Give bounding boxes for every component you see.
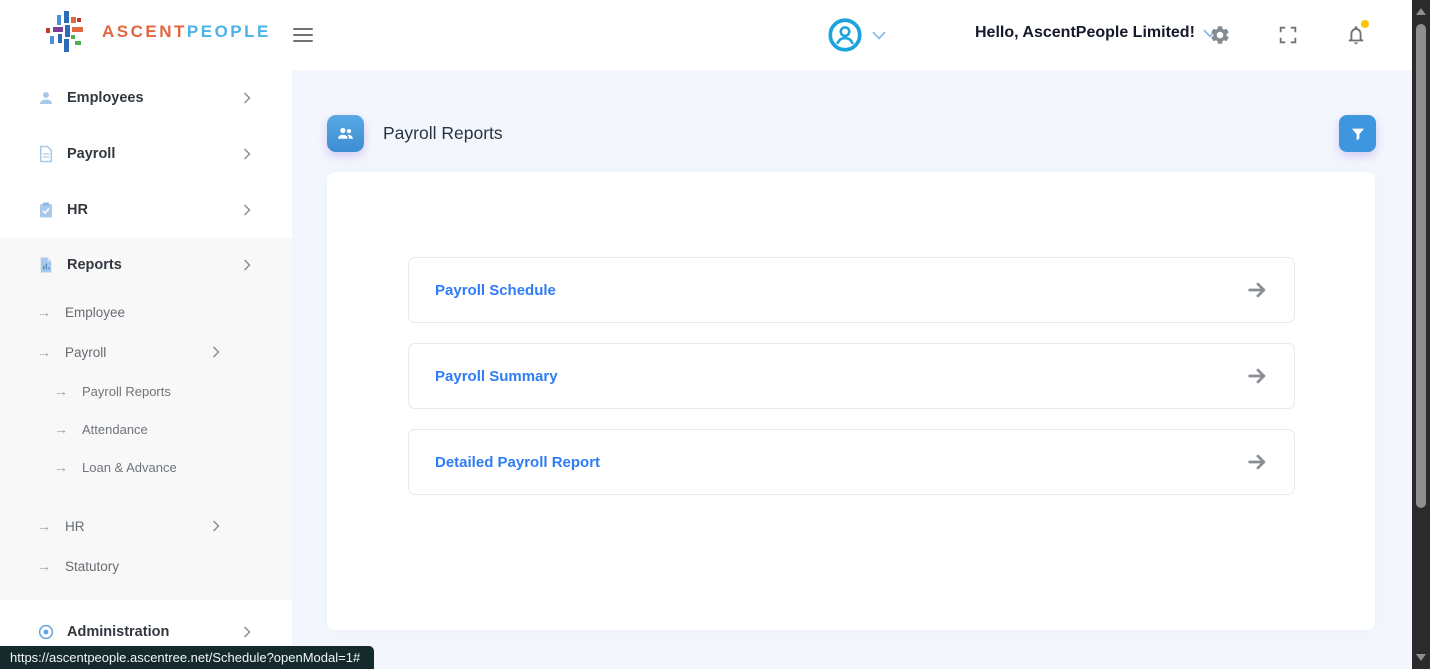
sidebar-item-label: HR xyxy=(67,202,88,218)
arrow-right-icon: → xyxy=(37,518,51,534)
arrow-right-icon: → xyxy=(54,421,68,437)
sidebar-subitem-label: HR xyxy=(65,519,85,534)
sidebar-subitem-label: Payroll Reports xyxy=(82,384,171,399)
sidebar-reports-section: Reports → Employee → Payroll → Payroll R… xyxy=(0,238,292,600)
arrow-right-icon[interactable] xyxy=(1246,279,1268,301)
sidebar-item-employees[interactable]: Employees xyxy=(0,70,292,126)
scrollbar-thumb[interactable] xyxy=(1416,24,1426,508)
sidebar-subitem-payroll-reports[interactable]: → Payroll Reports xyxy=(0,372,292,410)
brand-name-ascent: ASCENT xyxy=(102,22,187,41)
vertical-scrollbar[interactable] xyxy=(1412,0,1430,669)
people-group-icon xyxy=(327,115,364,152)
sidebar-subitem-employee[interactable]: → Employee xyxy=(0,292,292,332)
chevron-right-icon xyxy=(243,148,251,160)
chevron-down-icon xyxy=(872,31,886,40)
main-content: Payroll Reports Payroll Schedule xyxy=(292,70,1412,669)
card-link-label[interactable]: Payroll Schedule xyxy=(435,282,556,299)
card-detailed-payroll-report[interactable]: Detailed Payroll Report xyxy=(408,429,1295,495)
arrow-right-icon[interactable] xyxy=(1246,365,1268,387)
scroll-down-arrow-icon[interactable] xyxy=(1416,654,1426,661)
report-chart-icon xyxy=(37,256,55,274)
browser-status-url: https://ascentpeople.ascentree.net/Sched… xyxy=(0,646,374,669)
clipboard-check-icon xyxy=(37,201,55,219)
top-header: ASCENTPEOPLE Hello, AscentPeople Limited… xyxy=(0,0,1412,70)
card-payroll-summary[interactable]: Payroll Summary xyxy=(408,343,1295,409)
sidebar-subitem-label: Employee xyxy=(65,305,125,320)
arrow-right-icon[interactable] xyxy=(1246,451,1268,473)
spacer xyxy=(0,486,292,506)
sidebar-subitem-attendance[interactable]: → Attendance xyxy=(0,410,292,448)
report-card-list: Payroll Schedule Payroll Summary xyxy=(327,172,1375,495)
sidebar-subitem-statutory[interactable]: → Statutory xyxy=(0,546,292,586)
chevron-right-icon xyxy=(243,626,251,638)
arrow-right-icon: → xyxy=(54,383,68,399)
brand-logo[interactable]: ASCENTPEOPLE xyxy=(44,8,271,56)
menu-toggle-icon[interactable] xyxy=(293,28,313,42)
arrow-right-icon: → xyxy=(54,459,68,475)
target-icon xyxy=(37,623,55,641)
document-icon xyxy=(37,145,55,163)
sidebar-subitem-hr[interactable]: → HR xyxy=(0,506,292,546)
sidebar-item-label: Administration xyxy=(67,624,169,640)
sidebar-subitem-label: Loan & Advance xyxy=(82,460,177,475)
brand-name-people: PEOPLE xyxy=(187,22,271,41)
scroll-up-arrow-icon[interactable] xyxy=(1416,8,1426,15)
sidebar-nav: Employees Payroll HR xyxy=(0,70,292,669)
chevron-right-icon xyxy=(212,520,220,532)
greeting-text: Hello, AscentPeople Limited! xyxy=(975,24,1195,42)
user-icon xyxy=(37,89,55,107)
brand-name: ASCENTPEOPLE xyxy=(102,22,271,42)
app-window: ASCENTPEOPLE Hello, AscentPeople Limited… xyxy=(0,0,1430,669)
reports-panel: Payroll Schedule Payroll Summary xyxy=(327,172,1375,630)
card-link-label[interactable]: Payroll Summary xyxy=(435,368,558,385)
arrow-right-icon: → xyxy=(37,558,51,574)
sidebar-subitem-payroll[interactable]: → Payroll xyxy=(0,332,292,372)
card-payroll-schedule[interactable]: Payroll Schedule xyxy=(408,257,1295,323)
sidebar-subitem-label: Statutory xyxy=(65,559,119,574)
sidebar-item-reports[interactable]: Reports xyxy=(0,238,292,292)
arrow-right-icon: → xyxy=(37,304,51,320)
sidebar-subitem-label: Payroll xyxy=(65,345,106,360)
greeting-dropdown[interactable]: Hello, AscentPeople Limited! xyxy=(975,24,1217,42)
fullscreen-icon[interactable] xyxy=(1277,24,1299,46)
chevron-right-icon xyxy=(243,259,251,271)
filter-button[interactable] xyxy=(1339,115,1376,152)
sidebar-item-label: Reports xyxy=(67,257,122,273)
notifications-bell-icon[interactable] xyxy=(1345,24,1367,46)
sidebar-item-label: Employees xyxy=(67,90,144,106)
arrow-right-icon: → xyxy=(37,344,51,360)
profile-menu[interactable] xyxy=(828,18,886,52)
chevron-right-icon xyxy=(243,92,251,104)
settings-gear-icon[interactable] xyxy=(1209,24,1231,46)
sidebar-item-label: Payroll xyxy=(67,146,115,162)
page-header: Payroll Reports xyxy=(327,115,1376,152)
sidebar-subitem-loan-advance[interactable]: → Loan & Advance xyxy=(0,448,292,486)
card-link-label[interactable]: Detailed Payroll Report xyxy=(435,454,600,471)
chevron-right-icon xyxy=(243,204,251,216)
notification-dot xyxy=(1361,20,1369,28)
user-avatar-icon xyxy=(828,18,862,52)
sidebar-subitem-label: Attendance xyxy=(82,422,148,437)
sidebar-item-payroll[interactable]: Payroll xyxy=(0,126,292,182)
chevron-right-icon xyxy=(212,346,220,358)
sidebar-item-hr[interactable]: HR xyxy=(0,182,292,238)
page-title: Payroll Reports xyxy=(383,123,503,144)
funnel-icon xyxy=(1350,126,1366,142)
brand-logo-icon xyxy=(44,8,88,56)
